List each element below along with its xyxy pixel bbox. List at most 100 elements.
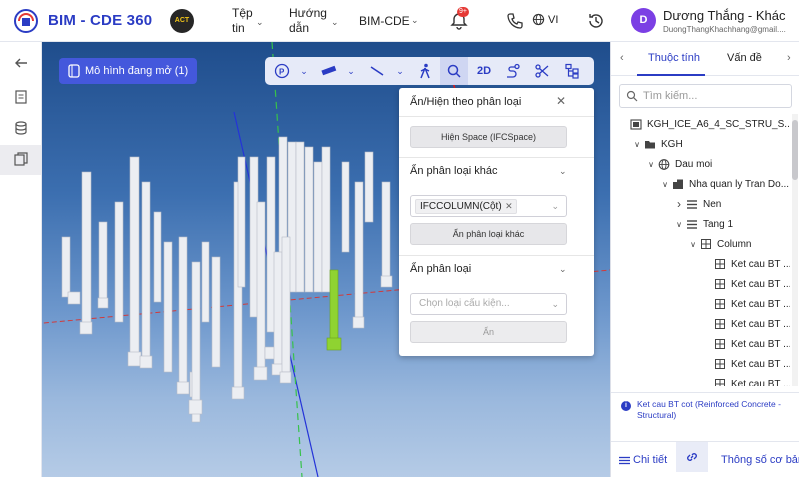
document-icon[interactable] (13, 89, 29, 105)
model-icon (630, 119, 642, 130)
chevron-down-icon[interactable]: ∨ (631, 140, 643, 149)
tree-item[interactable]: ∨ Nha quan ly Tran Do... (659, 174, 789, 194)
section-hide[interactable]: Ẩn phân loại (410, 263, 471, 275)
chevron-down-icon: ⌄ (411, 15, 419, 25)
back-arrow-icon[interactable] (13, 55, 29, 71)
language-selector[interactable]: VI (532, 13, 558, 26)
selected-type-tag[interactable]: IFCCOLUMN(Cột) ✕ (415, 199, 517, 214)
projection-dropdown[interactable]: ⌄ (296, 57, 312, 85)
chevron-down-icon: ⌄ (551, 201, 559, 211)
tab-detail[interactable]: Chi tiết (619, 442, 667, 477)
chevron-down-icon[interactable]: ∨ (673, 220, 685, 229)
chevron-down-icon: ⌄ (551, 299, 559, 309)
measure-button[interactable] (316, 57, 342, 85)
divider (399, 116, 594, 117)
tab-basic-params[interactable]: Thông số cơ bản (721, 442, 799, 477)
chevron-down-icon: ⌄ (396, 65, 404, 76)
database-icon[interactable] (13, 120, 29, 136)
chevron-down-icon[interactable]: ⌄ (559, 264, 567, 275)
left-rail (0, 42, 42, 477)
show-space-button[interactable]: Hiện Space (IFCSpace) (410, 126, 567, 148)
chevron-down-icon[interactable]: ∨ (687, 240, 699, 249)
section-hide-other[interactable]: Ẩn phân loại khác (410, 165, 497, 177)
hide-other-button[interactable]: Ẩn phân loại khác (410, 223, 567, 245)
tree-item[interactable]: ∨ Column (687, 234, 751, 254)
active-tab-underline (637, 74, 705, 76)
tree-item[interactable]: Ket cau BT ... (701, 294, 790, 314)
measure-dropdown[interactable]: ⌄ (343, 57, 359, 85)
properties-tabs: ‹ Thuộc tính Vấn đề › (611, 42, 799, 76)
tab-issues[interactable]: Vấn đề (727, 52, 762, 64)
menu-guide[interactable]: Hướng dẫn ⌄ (289, 6, 345, 36)
tab-basic-params-label: Thông số cơ bản (721, 454, 799, 466)
chevron-down-icon[interactable]: ⌄ (559, 166, 567, 177)
scissors-icon (535, 64, 549, 78)
divider (399, 157, 594, 158)
tree-item[interactable]: ∨ KGH (631, 134, 683, 154)
phone-icon[interactable] (505, 11, 525, 31)
history-icon[interactable] (586, 11, 606, 31)
tab-links[interactable] (676, 442, 708, 472)
menu-bim-cde[interactable]: BIM-CDE ⌄ (359, 14, 419, 28)
tree-item[interactable]: ∨ Tang 1 (673, 214, 733, 234)
info-icon: i (621, 401, 631, 411)
chevron-left-icon[interactable]: ‹ (620, 52, 624, 64)
hierarchy-icon (565, 63, 579, 79)
building-icon (673, 179, 683, 189)
globe-icon (658, 159, 670, 170)
remove-tag-icon[interactable]: ✕ (505, 200, 513, 213)
component-type-select[interactable]: Chọn loại cấu kiện... ⌄ (410, 293, 567, 315)
tree-item[interactable]: Ket cau BT ... (701, 354, 790, 374)
user-avatar[interactable]: D (631, 8, 656, 33)
tree-item[interactable]: ∨ Dau moi (645, 154, 712, 174)
chevron-right-icon[interactable]: › (787, 52, 791, 64)
tree-item-label: Tang 1 (703, 218, 734, 230)
walk-mode-button[interactable] (412, 57, 438, 85)
tree-search-input[interactable]: Tìm kiếm... (619, 84, 792, 108)
chevron-right-icon[interactable]: › (673, 197, 685, 211)
tree-item[interactable]: Ket cau BT ... (701, 314, 790, 334)
chevron-down-icon: ⌄ (256, 17, 264, 27)
hide-other-type-select[interactable]: IFCCOLUMN(Cột) ✕ ⌄ (410, 195, 567, 217)
organization-logo[interactable]: ACT (170, 9, 194, 33)
menu-file[interactable]: Tệp tin ⌄ (232, 6, 272, 36)
route-button[interactable] (500, 57, 526, 85)
model-library-icon[interactable] (13, 151, 29, 167)
app-brand[interactable]: BIM - CDE 360 (48, 12, 152, 29)
hide-button[interactable]: Ẩn (410, 321, 567, 343)
section-line-button[interactable] (363, 57, 391, 85)
tree-item-label: KGH (661, 138, 683, 150)
close-icon[interactable]: ✕ (556, 94, 566, 108)
filter-search-button[interactable] (440, 57, 468, 85)
projection-button[interactable]: P (269, 57, 295, 85)
tree-item-label: Ket cau BT ... (731, 278, 790, 290)
chevron-down-icon: ⌄ (300, 65, 308, 76)
tree-item[interactable]: Ket cau BT ... (701, 334, 790, 354)
tree-item[interactable]: Ket cau BT ... (701, 254, 790, 274)
tree-item[interactable]: Ket cau BT ... (701, 374, 790, 386)
chevron-down-icon[interactable]: ∨ (645, 160, 657, 169)
menu-guide-label: Hướng dẫn (289, 6, 327, 35)
tree-scrollbar-thumb[interactable] (792, 120, 798, 180)
opened-models-button[interactable]: Mô hình đang mở (1) (59, 58, 198, 84)
tree-item[interactable]: Ket cau BT ... (701, 274, 790, 294)
tree-item[interactable]: KGH_ICE_A6_4_SC_STRU_S... (617, 114, 790, 134)
selected-type-label: IFCCOLUMN(Cột) (420, 201, 502, 212)
element-grid-icon (715, 339, 725, 349)
user-name[interactable]: Dương Thắng - Khác (663, 8, 786, 23)
cut-button[interactable] (529, 57, 555, 85)
tree-item-label: Ket cau BT ... (731, 378, 790, 387)
tree-item-label: KGH_ICE_A6_4_SC_STRU_S... (647, 118, 790, 130)
tree-item[interactable]: › Nen (673, 194, 721, 214)
2d-view-button[interactable]: 2D (470, 57, 498, 85)
tab-properties[interactable]: Thuộc tính (648, 52, 700, 64)
model-file-icon (68, 64, 80, 78)
top-header: BIM - CDE 360 ACT Tệp tin ⌄ Hướng dẫn ⌄ … (0, 0, 799, 42)
list-icon (619, 456, 630, 464)
model-tree-button[interactable] (559, 57, 585, 85)
app-logo-icon[interactable] (13, 9, 39, 33)
perspective-icon: P (274, 63, 290, 79)
chevron-down-icon[interactable]: ∨ (659, 180, 671, 189)
section-dropdown[interactable]: ⌄ (392, 57, 408, 85)
svg-text:P: P (279, 68, 285, 77)
